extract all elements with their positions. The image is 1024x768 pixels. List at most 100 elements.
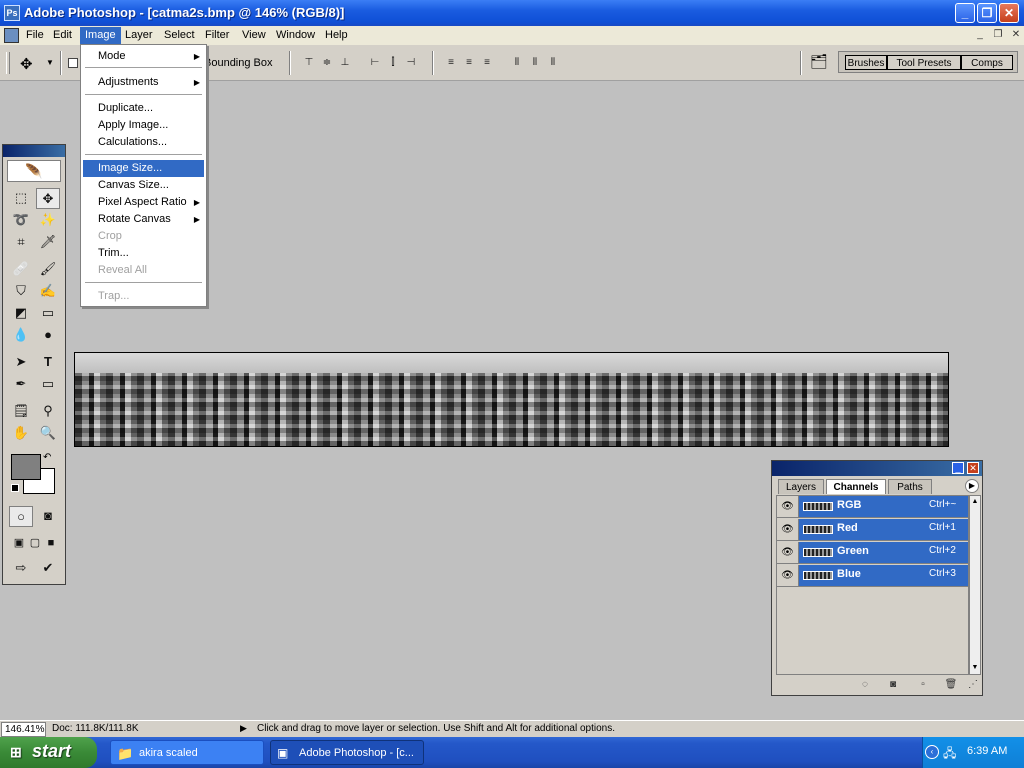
distribute-top-icon[interactable]: ≡ [444,57,458,69]
palette-titlebar[interactable] [772,461,982,476]
hand-tool-icon[interactable]: ✋ [9,423,33,444]
show-bounding-box-checkbox[interactable] [68,58,78,68]
lasso-tool-icon[interactable]: ➰ [9,210,33,231]
standard-mode-icon[interactable]: ○ [9,506,33,527]
menu-item-calculations[interactable]: Calculations... [83,134,204,151]
tray-expand-icon[interactable]: ‹ [925,745,939,759]
move-tool-icon[interactable]: ✥ [20,55,33,73]
visibility-eye-icon[interactable]: 👁 [777,542,799,563]
jump-to-imageready-icon[interactable]: ⇨ [9,558,33,579]
channel-row-green[interactable]: 👁 Green Ctrl+2 [777,542,968,564]
doc-restore-icon[interactable]: ❐ [990,28,1006,42]
doc-size-info[interactable]: Doc: 111.8K/111.8K [52,723,139,734]
menu-item-apply-image[interactable]: Apply Image... [83,117,204,134]
history-brush-tool-icon[interactable]: ✍ [36,281,60,302]
quick-mask-mode-icon[interactable]: ◙ [36,506,60,527]
document-canvas[interactable] [74,352,949,447]
distribute-left-icon[interactable]: ⦀ [510,57,524,69]
resize-grip-icon[interactable]: ⋰ [966,679,980,693]
save-selection-as-channel-icon[interactable]: ◙ [886,679,900,693]
marquee-tool-icon[interactable]: ⬚ [9,188,33,209]
menu-item-image-size[interactable]: Image Size... [83,160,204,177]
menu-edit[interactable]: Edit [48,27,77,44]
tab-paths[interactable]: Paths [888,479,932,494]
channels-scrollbar[interactable]: ▲ ▼ [969,495,981,675]
distribute-vcenter-icon[interactable]: ≡ [462,57,476,69]
palette-minimize-icon[interactable]: _ [952,462,964,474]
distribute-right-icon[interactable]: ⦀ [546,57,560,69]
clone-stamp-tool-icon[interactable]: ⛉ [9,281,33,302]
align-vcenter-icon[interactable]: ≑ [320,57,334,69]
brush-tool-icon[interactable]: 🖌 [36,259,60,280]
menu-layer[interactable]: Layer [120,27,158,44]
menu-select[interactable]: Select [159,27,200,44]
menu-item-canvas-size[interactable]: Canvas Size... [83,177,204,194]
well-tab-comps[interactable]: Comps [961,55,1013,70]
move-tool-icon[interactable]: ✥ [36,188,60,209]
eraser-tool-icon[interactable]: ◩ [9,303,33,324]
chevron-down-icon[interactable]: ▼ [46,58,54,67]
notes-tool-icon[interactable]: 🗒 [9,401,33,422]
restore-button[interactable]: ❐ [977,3,997,23]
menu-help[interactable]: Help [320,27,353,44]
menu-item-trim[interactable]: Trim... [83,245,204,262]
align-left-icon[interactable]: ⊢ [368,57,382,69]
tab-layers[interactable]: Layers [778,479,824,494]
pen-tool-icon[interactable]: ✒ [9,374,33,395]
default-colors-icon[interactable] [11,484,19,492]
network-icon[interactable]: 🖧 [943,744,956,765]
grip-handle[interactable] [6,52,10,74]
visibility-eye-icon[interactable]: 👁 [777,496,799,517]
swap-colors-icon[interactable]: ↶ [43,452,51,463]
task-akira-scaled[interactable]: 📁 akira scaled [110,740,264,765]
eyedropper-tool-icon[interactable]: ⚲ [36,401,60,422]
dodge-tool-icon[interactable]: ● [36,325,60,346]
close-button[interactable]: ✕ [999,3,1019,23]
channel-row-red[interactable]: 👁 Red Ctrl+1 [777,519,968,541]
well-tab-brushes[interactable]: Brushes [845,55,887,70]
delete-channel-icon[interactable]: 🗑 [944,679,958,693]
menu-view[interactable]: View [237,27,271,44]
menu-image[interactable]: Image [80,27,121,44]
channel-body[interactable]: RGB Ctrl+~ [799,496,968,517]
magic-wand-tool-icon[interactable]: ✨ [36,210,60,231]
visibility-eye-icon[interactable]: 👁 [777,519,799,540]
blur-tool-icon[interactable]: 💧 [9,325,33,346]
palette-close-icon[interactable]: ✕ [967,462,979,474]
align-top-icon[interactable]: ⊤ [302,57,316,69]
scroll-up-icon[interactable]: ▲ [970,496,980,508]
full-screen-mode-icon[interactable]: ■ [39,533,63,554]
menu-item-duplicate[interactable]: Duplicate... [83,100,204,117]
type-tool-icon[interactable]: T [36,352,60,373]
tab-channels[interactable]: Channels [826,479,886,494]
title-bar[interactable]: Ps Adobe Photoshop - [catma2s.bmp @ 146%… [0,0,1024,26]
path-selection-tool-icon[interactable]: ➤ [9,352,33,373]
zoom-field[interactable]: 146.41% [1,722,46,737]
channel-row-blue[interactable]: 👁 Blue Ctrl+3 [777,565,968,587]
channel-body[interactable]: Green Ctrl+2 [799,542,968,563]
photoshop-icon[interactable]: Ps [4,5,20,21]
menu-item-mode[interactable]: Mode ▶ [83,48,204,65]
new-channel-icon[interactable]: ▫ [916,679,930,693]
menu-window[interactable]: Window [271,27,320,44]
minimize-button[interactable]: _ [955,3,975,23]
edit-in-imageready-icon[interactable]: ✔ [36,558,60,579]
align-bottom-icon[interactable]: ⊥ [338,57,352,69]
feather-logo-icon[interactable]: 🪶 [7,160,61,182]
file-browser-icon[interactable]: 🗂 [809,53,829,71]
menu-item-pixel-aspect-ratio[interactable]: Pixel Aspect Ratio ▶ [83,194,204,211]
channel-body[interactable]: Red Ctrl+1 [799,519,968,540]
visibility-eye-icon[interactable]: 👁 [777,565,799,586]
align-hcenter-icon[interactable]: ⫿ [386,57,400,69]
palette-menu-icon[interactable]: ▶ [965,479,979,493]
status-menu-arrow-icon[interactable]: ▶ [240,723,247,734]
document-icon[interactable] [4,28,19,43]
channel-row-rgb[interactable]: 👁 RGB Ctrl+~ [777,496,968,518]
foreground-color-swatch[interactable] [11,454,41,480]
gradient-tool-icon[interactable]: ▭ [36,303,60,324]
healing-brush-tool-icon[interactable]: 🩹 [9,259,33,280]
start-button[interactable]: ⊞ start [0,737,97,768]
doc-minimize-icon[interactable]: _ [972,28,988,42]
load-channel-selection-icon[interactable]: ◌ [858,679,872,693]
well-tab-tool-presets[interactable]: Tool Presets [887,55,961,70]
